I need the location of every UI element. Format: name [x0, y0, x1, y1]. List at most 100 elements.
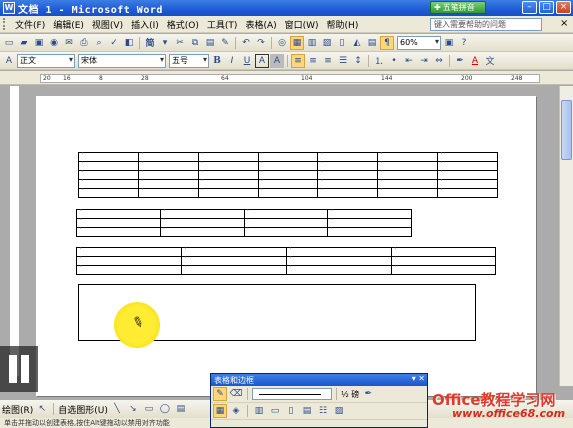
help-search-input[interactable]: 键入需要帮助的问题 — [430, 18, 542, 31]
cell-align-icon[interactable]: ▤ — [300, 404, 314, 418]
oval-tool-icon[interactable]: ◯ — [158, 402, 172, 416]
tables-and-borders-icon[interactable]: ▦ — [290, 35, 304, 50]
close-button[interactable]: × — [556, 1, 571, 14]
insert-table-menu-icon[interactable]: ▥ — [252, 404, 266, 418]
vertical-scrollbar[interactable] — [559, 86, 573, 386]
zoom-dropdown[interactable]: 60% — [397, 35, 441, 50]
bold-button[interactable]: B — [210, 54, 224, 68]
select-objects-icon[interactable]: ↖ — [35, 402, 49, 416]
line-style-dropdown[interactable] — [252, 388, 332, 400]
eraser-icon[interactable]: ⌫ — [229, 387, 243, 401]
email-icon[interactable]: ✉ — [62, 36, 76, 50]
minimize-button[interactable]: – — [522, 1, 537, 14]
toolbar-options-icon[interactable]: ▾ ✕ — [412, 374, 425, 383]
document-map-icon[interactable]: ▤ — [365, 36, 379, 50]
scrollbar-thumb[interactable] — [561, 100, 572, 160]
research-icon[interactable]: ◧ — [122, 36, 136, 50]
underline-button[interactable]: U — [240, 54, 254, 68]
char-scale-icon[interactable]: ⇔ — [432, 54, 446, 68]
document-close-icon[interactable]: × — [560, 18, 568, 29]
textbox-tool-icon[interactable]: ▤ — [174, 402, 188, 416]
menu-view[interactable]: 视图(V) — [88, 18, 127, 31]
table-1[interactable] — [78, 150, 498, 198]
cut-icon[interactable]: ✂ — [173, 36, 187, 50]
font-size-dropdown[interactable]: 五号 — [169, 53, 209, 68]
copy-icon[interactable]: ⧉ — [188, 36, 202, 50]
read-mode-icon[interactable]: ▣ — [442, 36, 456, 50]
vertical-ruler[interactable] — [10, 86, 20, 376]
menu-insert[interactable]: 插入(I) — [127, 18, 163, 31]
style-dropdown[interactable]: 正文 — [17, 53, 75, 68]
table-3[interactable] — [76, 245, 496, 275]
print-icon[interactable]: ⎙ — [77, 36, 91, 50]
draw-table-pencil-icon[interactable]: ✎ — [213, 387, 227, 401]
highlight-icon[interactable]: ✒ — [453, 54, 467, 68]
rectangle-tool-icon[interactable]: ▭ — [142, 402, 156, 416]
insert-table-icon[interactable]: ▥ — [305, 36, 319, 50]
spelling-icon[interactable]: ✓ — [107, 36, 121, 50]
permission-icon[interactable]: ◉ — [47, 36, 61, 50]
align-justify-icon[interactable]: ≡ — [291, 53, 305, 68]
table-2[interactable] — [76, 207, 412, 237]
format-painter-icon[interactable]: ✎ — [218, 36, 232, 50]
menu-format[interactable]: 格式(O) — [163, 18, 203, 31]
line-weight-dropdown[interactable]: ½ 磅 — [341, 389, 359, 400]
border-color-icon[interactable]: ✒ — [361, 387, 375, 401]
line-spacing-icon[interactable]: ↕ — [351, 54, 365, 68]
font-color-button[interactable]: A — [468, 54, 482, 68]
ime-switch-button[interactable]: ✚ 五笔拼音 — [430, 1, 486, 14]
print-preview-icon[interactable]: ⌕ — [92, 36, 106, 50]
align-center-icon[interactable]: ≡ — [306, 54, 320, 68]
merge-cells-icon[interactable]: ▭ — [268, 404, 282, 418]
columns-icon[interactable]: ▯ — [335, 36, 349, 50]
italic-button[interactable]: I — [225, 54, 239, 68]
open-folder-icon[interactable]: ▰ — [17, 36, 31, 50]
autoformat-icon[interactable]: ▨ — [332, 404, 346, 418]
styles-pane-icon[interactable]: A — [2, 54, 16, 68]
menu-window[interactable]: 窗口(W) — [281, 18, 323, 31]
toolbar-title-bar[interactable]: 表格和边框 ▾ ✕ — [211, 374, 427, 386]
shading-color-icon[interactable]: ◈ — [229, 404, 243, 418]
numbering-icon[interactable]: ⒈ — [372, 54, 386, 68]
menu-file[interactable]: 文件(F) — [11, 18, 49, 31]
font-dropdown[interactable]: 宋体 — [78, 53, 166, 68]
insert-excel-icon[interactable]: ▨ — [320, 36, 334, 50]
decrease-indent-icon[interactable]: ⇤ — [402, 54, 416, 68]
bullets-icon[interactable]: • — [387, 54, 401, 68]
maximize-button[interactable]: □ — [539, 1, 554, 14]
word-app-icon[interactable]: W — [3, 2, 15, 14]
distributed-icon[interactable]: ☰ — [336, 54, 350, 68]
line-tool-icon[interactable]: ╲ — [110, 402, 124, 416]
menu-table[interactable]: 表格(A) — [241, 18, 280, 31]
new-document-icon[interactable]: ▭ — [2, 36, 16, 50]
hyperlink-icon[interactable]: ◎ — [275, 36, 289, 50]
document-page[interactable] — [36, 96, 536, 396]
help-icon[interactable]: ? — [457, 36, 471, 50]
split-cells-icon[interactable]: ▯ — [284, 404, 298, 418]
simplified-chinese-button[interactable]: 简 — [143, 36, 157, 50]
autoshapes-menu-button[interactable]: 自选图形(U) — [58, 403, 108, 416]
menu-edit[interactable]: 编辑(E) — [49, 18, 88, 31]
phonetic-guide-icon[interactable]: 文 — [483, 54, 497, 68]
show-hide-icon[interactable]: ¶ — [380, 35, 394, 50]
drawing-icon[interactable]: ◭ — [350, 36, 364, 50]
save-icon[interactable]: ▣ — [32, 36, 46, 50]
undo-icon[interactable]: ↶ — [239, 36, 253, 50]
char-border-button[interactable]: A — [255, 53, 269, 68]
menu-grip[interactable] — [3, 18, 8, 30]
menu-tools[interactable]: 工具(T) — [203, 18, 242, 31]
outside-border-icon[interactable]: ▦ — [213, 404, 227, 418]
horizontal-ruler[interactable]: 20 16 8 28 64 104 144 200 248 — [0, 71, 573, 85]
tables-and-borders-toolbar[interactable]: 表格和边框 ▾ ✕ ✎ ⌫ ½ 磅 ✒ ▦ ◈ ▥ ▭ ▯ ▤ ☷ ▨ — [210, 373, 428, 428]
draw-menu-button[interactable]: 绘图(R) — [2, 403, 33, 416]
redo-icon[interactable]: ↷ — [254, 36, 268, 50]
increase-indent-icon[interactable]: ⇥ — [417, 54, 431, 68]
chinese-convert-icon[interactable]: ▾ — [158, 36, 172, 50]
arrow-tool-icon[interactable]: ↘ — [126, 402, 140, 416]
paste-icon[interactable]: ▤ — [203, 36, 217, 50]
distribute-rows-icon[interactable]: ☷ — [316, 404, 330, 418]
char-shading-button[interactable]: A — [270, 53, 284, 68]
align-right-icon[interactable]: ≡ — [321, 54, 335, 68]
pause-icon[interactable] — [0, 346, 38, 392]
menu-help[interactable]: 帮助(H) — [323, 18, 363, 31]
